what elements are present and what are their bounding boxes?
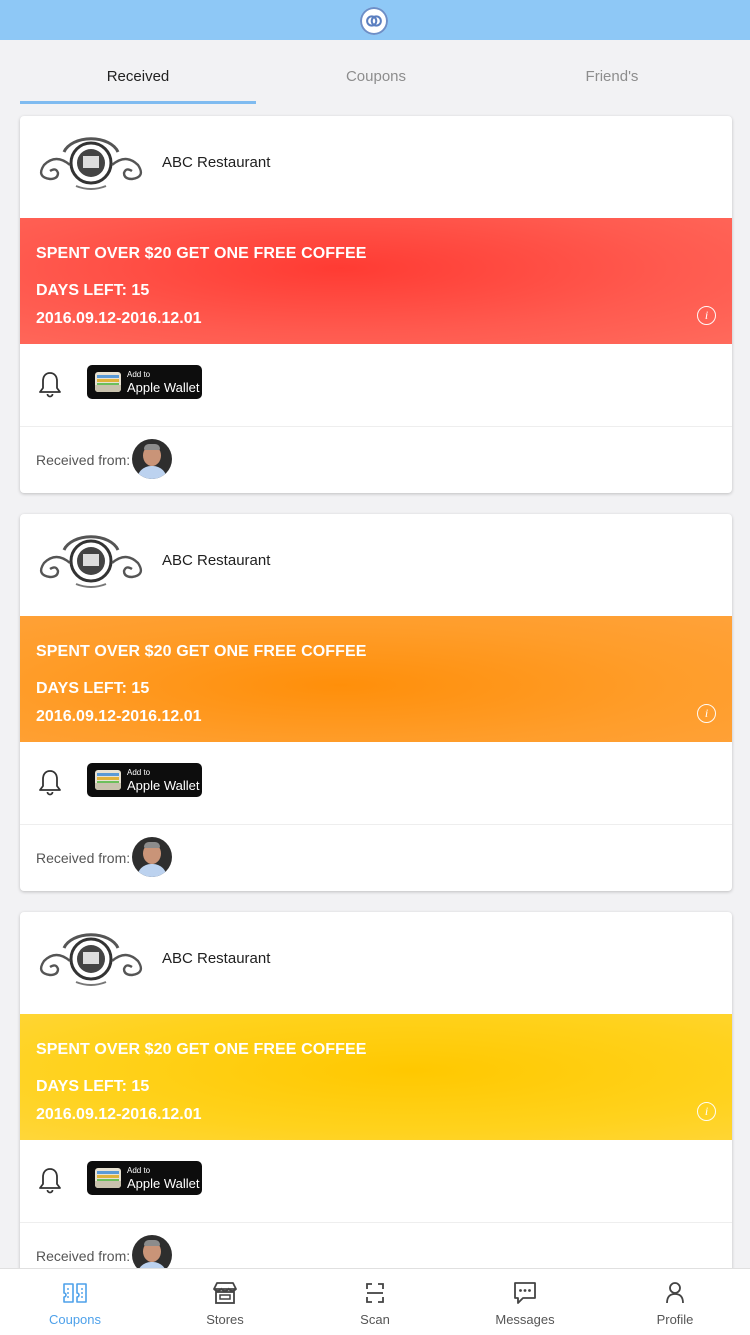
received-from-label: Received from: xyxy=(36,452,131,468)
card-header: ABC Restaurant xyxy=(20,514,732,616)
validity-dates: 2016.09.12-2016.12.01 xyxy=(36,310,202,327)
wallet-icon xyxy=(95,770,121,790)
validity-dates: 2016.09.12-2016.12.01 xyxy=(36,1106,202,1123)
top-bar xyxy=(0,0,750,40)
restaurant-logo-icon xyxy=(39,137,143,190)
tab-friends[interactable]: Friend's xyxy=(494,56,730,102)
coupon-card[interactable]: ABC Restaurant SPENT OVER $20 GET ONE FR… xyxy=(20,116,732,493)
scan-icon xyxy=(366,1283,384,1303)
info-icon[interactable]: i xyxy=(697,704,716,723)
bottom-nav: Coupons Stores Scan Messages Profile xyxy=(0,1268,750,1335)
wallet-icon xyxy=(95,372,121,392)
sender-avatar[interactable] xyxy=(132,439,172,479)
days-left: DAYS LEFT: 15 xyxy=(36,282,150,299)
nav-scan[interactable]: Scan xyxy=(300,1269,450,1335)
offer-banner[interactable]: SPENT OVER $20 GET ONE FREE COFFEE DAYS … xyxy=(20,218,732,344)
coupons-icon xyxy=(63,1283,87,1303)
days-left: DAYS LEFT: 15 xyxy=(36,680,150,697)
coupon-card[interactable]: ABC Restaurant SPENT OVER $20 GET ONE FR… xyxy=(20,514,732,891)
restaurant-logo-icon xyxy=(39,535,143,588)
card-header: ABC Restaurant xyxy=(20,116,732,218)
nav-messages[interactable]: Messages xyxy=(450,1269,600,1335)
bell-icon[interactable] xyxy=(38,370,62,398)
coupon-card[interactable]: ABC Restaurant SPENT OVER $20 GET ONE FR… xyxy=(20,912,732,1289)
app-logo-icon xyxy=(360,7,388,35)
nav-label: Profile xyxy=(656,1312,694,1327)
wallet-label: Apple Wallet xyxy=(127,778,200,793)
days-left: DAYS LEFT: 15 xyxy=(36,1078,150,1095)
tab-coupons[interactable]: Coupons xyxy=(258,56,494,102)
store-name: ABC Restaurant xyxy=(162,154,271,171)
info-icon[interactable]: i xyxy=(697,1102,716,1121)
offer-title: SPENT OVER $20 GET ONE FREE COFFEE xyxy=(36,245,367,262)
nav-stores[interactable]: Stores xyxy=(150,1269,300,1335)
messages-icon xyxy=(514,1282,536,1304)
store-name: ABC Restaurant xyxy=(162,950,271,967)
offer-banner[interactable]: SPENT OVER $20 GET ONE FREE COFFEE DAYS … xyxy=(20,616,732,742)
card-actions: Add to Apple Wallet xyxy=(20,742,732,825)
offer-title: SPENT OVER $20 GET ONE FREE COFFEE xyxy=(36,1041,367,1058)
nav-label: Messages xyxy=(495,1312,555,1327)
card-actions: Add to Apple Wallet xyxy=(20,1140,732,1223)
restaurant-logo-icon xyxy=(39,933,143,986)
received-row: Received from: xyxy=(20,825,732,891)
tab-received[interactable]: Received xyxy=(20,56,256,102)
wallet-small-text: Add to xyxy=(127,370,151,379)
add-to-apple-wallet-button[interactable]: Add to Apple Wallet xyxy=(87,763,202,797)
nav-label: Stores xyxy=(206,1312,244,1327)
add-to-apple-wallet-button[interactable]: Add to Apple Wallet xyxy=(87,365,202,399)
add-to-apple-wallet-button[interactable]: Add to Apple Wallet xyxy=(87,1161,202,1195)
info-icon[interactable]: i xyxy=(697,306,716,325)
nav-label: Scan xyxy=(360,1312,390,1327)
nav-profile[interactable]: Profile xyxy=(600,1269,750,1335)
card-header: ABC Restaurant xyxy=(20,912,732,1014)
wallet-small-text: Add to xyxy=(127,768,151,777)
store-icon xyxy=(213,1282,237,1304)
bell-icon[interactable] xyxy=(38,1166,62,1194)
received-from-label: Received from: xyxy=(36,1248,131,1264)
wallet-icon xyxy=(95,1168,121,1188)
wallet-small-text: Add to xyxy=(127,1166,151,1175)
store-name: ABC Restaurant xyxy=(162,552,271,569)
card-actions: Add to Apple Wallet xyxy=(20,344,732,427)
profile-icon xyxy=(666,1282,684,1304)
tab-bar: Received Coupons Friend's xyxy=(20,56,732,104)
nav-label: Coupons xyxy=(48,1312,102,1327)
nav-coupons[interactable]: Coupons xyxy=(0,1269,150,1335)
wallet-label: Apple Wallet xyxy=(127,1176,200,1191)
offer-title: SPENT OVER $20 GET ONE FREE COFFEE xyxy=(36,643,367,660)
received-from-label: Received from: xyxy=(36,850,131,866)
received-row: Received from: xyxy=(20,427,732,493)
bell-icon[interactable] xyxy=(38,768,62,796)
validity-dates: 2016.09.12-2016.12.01 xyxy=(36,708,202,725)
tab-indicator xyxy=(20,101,256,104)
offer-banner[interactable]: SPENT OVER $20 GET ONE FREE COFFEE DAYS … xyxy=(20,1014,732,1140)
wallet-label: Apple Wallet xyxy=(127,380,200,395)
sender-avatar[interactable] xyxy=(132,837,172,877)
